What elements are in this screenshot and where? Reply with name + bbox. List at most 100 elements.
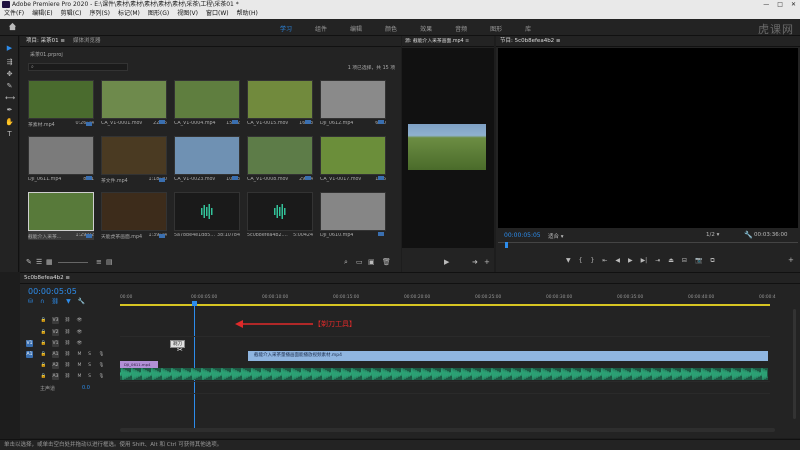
sync-lock-icon[interactable]: ⛓ <box>64 362 71 369</box>
eye-icon[interactable]: 👁 <box>76 329 83 336</box>
menu-edit[interactable]: 编辑(E) <box>32 9 52 19</box>
sync-lock-icon[interactable]: ⛓ <box>64 317 71 324</box>
find-icon[interactable]: ⌕ <box>344 258 348 267</box>
clip-thumbnail[interactable] <box>320 136 386 180</box>
ws-tab-assembly[interactable]: 组件 <box>315 24 327 33</box>
clip-thumbnail[interactable] <box>28 136 94 180</box>
ws-tab-libraries[interactable]: 库 <box>525 24 531 33</box>
ripple-edit-tool-icon[interactable]: ✥ <box>5 70 14 78</box>
play-button-icon[interactable]: ▶ <box>628 257 633 265</box>
menu-view[interactable]: 视图(V) <box>177 9 198 19</box>
lock-icon[interactable]: 🔒 <box>40 351 47 358</box>
sync-lock-icon[interactable]: ⛓ <box>64 340 71 347</box>
type-tool-icon[interactable]: T <box>5 130 14 138</box>
new-bin-icon[interactable]: ▭ <box>356 258 363 266</box>
clip-thumbnail[interactable] <box>247 136 313 180</box>
track-label[interactable]: V2 <box>52 329 59 336</box>
project-clip[interactable]: DJI_0611.mp48:21 <box>28 136 94 182</box>
menu-file[interactable]: 文件(F) <box>4 9 24 19</box>
menu-sequence[interactable]: 序列(S) <box>90 9 111 19</box>
project-clip[interactable]: 茶素材.mp4 0:26:24 <box>28 80 94 128</box>
clip-thumbnail[interactable] <box>28 80 94 126</box>
clip-thumbnail[interactable] <box>174 80 240 124</box>
quality-dropdown[interactable]: 1/2 ▾ <box>706 232 719 238</box>
track-select-tool-icon[interactable]: ⇶ <box>5 58 14 66</box>
list-view-icon[interactable]: ☰ <box>36 258 42 266</box>
ws-tab-editing[interactable]: 编辑 <box>350 24 362 33</box>
track-label[interactable]: V3 <box>52 317 59 324</box>
minimize-button[interactable]: — <box>763 0 769 9</box>
project-clip[interactable]: CA_V1-0023.mov10:03 <box>174 136 240 182</box>
project-clip[interactable]: 天能虎茶画面.mp4 1:39:24 <box>101 192 167 240</box>
clip-thumbnail[interactable] <box>174 192 240 231</box>
camera-icon[interactable]: 📷 <box>695 257 702 265</box>
lock-icon[interactable]: 🔒 <box>40 329 47 336</box>
lock-icon[interactable]: 🔒 <box>40 340 47 347</box>
program-tab[interactable]: 节目: 5c0b8efea4b2 ≡ <box>500 36 561 46</box>
menu-graphics[interactable]: 图形(G) <box>148 9 169 19</box>
lock-icon[interactable]: 🔒 <box>40 373 47 380</box>
source-patch-button[interactable]: V1 <box>26 340 33 347</box>
add-marker-icon[interactable]: ▼ <box>566 257 571 265</box>
wrench-tl-icon[interactable]: 🔧 <box>78 298 85 305</box>
program-scrubber[interactable] <box>498 242 798 248</box>
mic-icon[interactable]: 🎙 <box>98 362 105 369</box>
eye-icon[interactable]: 👁 <box>76 317 83 324</box>
ws-tab-color[interactable]: 颜色 <box>385 24 397 33</box>
clip-thumbnail[interactable] <box>247 80 313 124</box>
ws-tab-effects[interactable]: 效果 <box>420 24 432 33</box>
snap-icon[interactable]: ∩ <box>40 298 44 305</box>
timeline-timecode[interactable]: 00:00:05:05 <box>28 287 77 296</box>
menu-help[interactable]: 帮助(H) <box>237 9 258 19</box>
step-back-icon[interactable]: ◀ <box>615 257 620 265</box>
solo-button[interactable]: S <box>86 362 93 369</box>
clip-thumbnail[interactable] <box>320 192 386 236</box>
project-clip[interactable]: CA_V1-0017.mov1:06 <box>320 136 386 182</box>
project-clip[interactable]: CA_V1-0004.mp415:22 <box>174 80 240 126</box>
project-clip[interactable]: CA_V1-0008.mov29:04 <box>247 136 313 182</box>
project-clip[interactable]: DJI_0610.mp4 <box>320 192 386 238</box>
clip-thumbnail[interactable] <box>101 80 167 124</box>
pen-tool-icon[interactable]: ✒ <box>5 106 14 114</box>
eye-icon[interactable]: 👁 <box>76 340 83 347</box>
program-playhead[interactable] <box>505 242 508 248</box>
clip-thumbnail[interactable] <box>101 192 167 238</box>
automate-icon[interactable]: ▤ <box>106 258 113 266</box>
close-button[interactable]: ✕ <box>791 0 796 9</box>
project-clip[interactable]: CA_V1-0001.mov22:15 <box>101 80 167 126</box>
sync-lock-icon[interactable]: ⛓ <box>64 329 71 336</box>
master-volume[interactable]: 0.0 <box>82 385 90 391</box>
clip-thumbnail[interactable] <box>101 136 167 182</box>
lock-icon[interactable]: 🔒 <box>40 317 47 324</box>
a1-audio-clip[interactable] <box>119 367 768 381</box>
maximize-button[interactable]: □ <box>777 0 783 9</box>
vertical-scrollbar[interactable] <box>793 309 796 419</box>
a1-clip-label-bar[interactable]: DJI_0611.mp4 <box>120 361 158 368</box>
linked-selection-icon[interactable]: ⛓ <box>51 298 59 305</box>
sort-icon[interactable]: ≡ <box>96 258 102 266</box>
program-viewer[interactable] <box>498 48 798 228</box>
add-marker-tl-icon[interactable]: ▼ <box>66 298 71 305</box>
sync-lock-icon[interactable]: ⛓ <box>64 373 71 380</box>
home-icon[interactable] <box>8 22 17 31</box>
clip-thumbnail[interactable] <box>247 192 313 231</box>
track-label[interactable]: A1 <box>52 351 59 358</box>
wrench-icon[interactable]: 🔧 <box>744 231 753 239</box>
project-clip[interactable]: DJI_0612.mp46:00 <box>320 80 386 126</box>
mark-out-icon[interactable]: } <box>590 257 594 265</box>
project-clip[interactable]: CA_V1-0015.mov16:03 <box>247 80 313 126</box>
track-label[interactable]: A2 <box>52 362 59 369</box>
trash-icon[interactable]: 🗑 <box>382 258 391 266</box>
sync-lock-icon[interactable]: ⛓ <box>64 351 71 358</box>
mic-icon[interactable]: 🎙 <box>98 373 105 380</box>
extract-icon[interactable]: ⊟ <box>682 257 687 265</box>
mute-button[interactable]: M <box>76 373 83 380</box>
hand-tool-icon[interactable]: ✋ <box>5 118 14 126</box>
ws-tab-graphics[interactable]: 图形 <box>490 24 502 33</box>
clip-thumbnail[interactable] <box>174 136 240 180</box>
work-area-bar[interactable] <box>120 304 770 306</box>
track-label[interactable]: V1 <box>52 340 59 347</box>
clip-thumbnail[interactable] <box>28 192 94 238</box>
track-label[interactable]: A3 <box>52 373 59 380</box>
menu-clip[interactable]: 剪辑(C) <box>61 9 82 19</box>
